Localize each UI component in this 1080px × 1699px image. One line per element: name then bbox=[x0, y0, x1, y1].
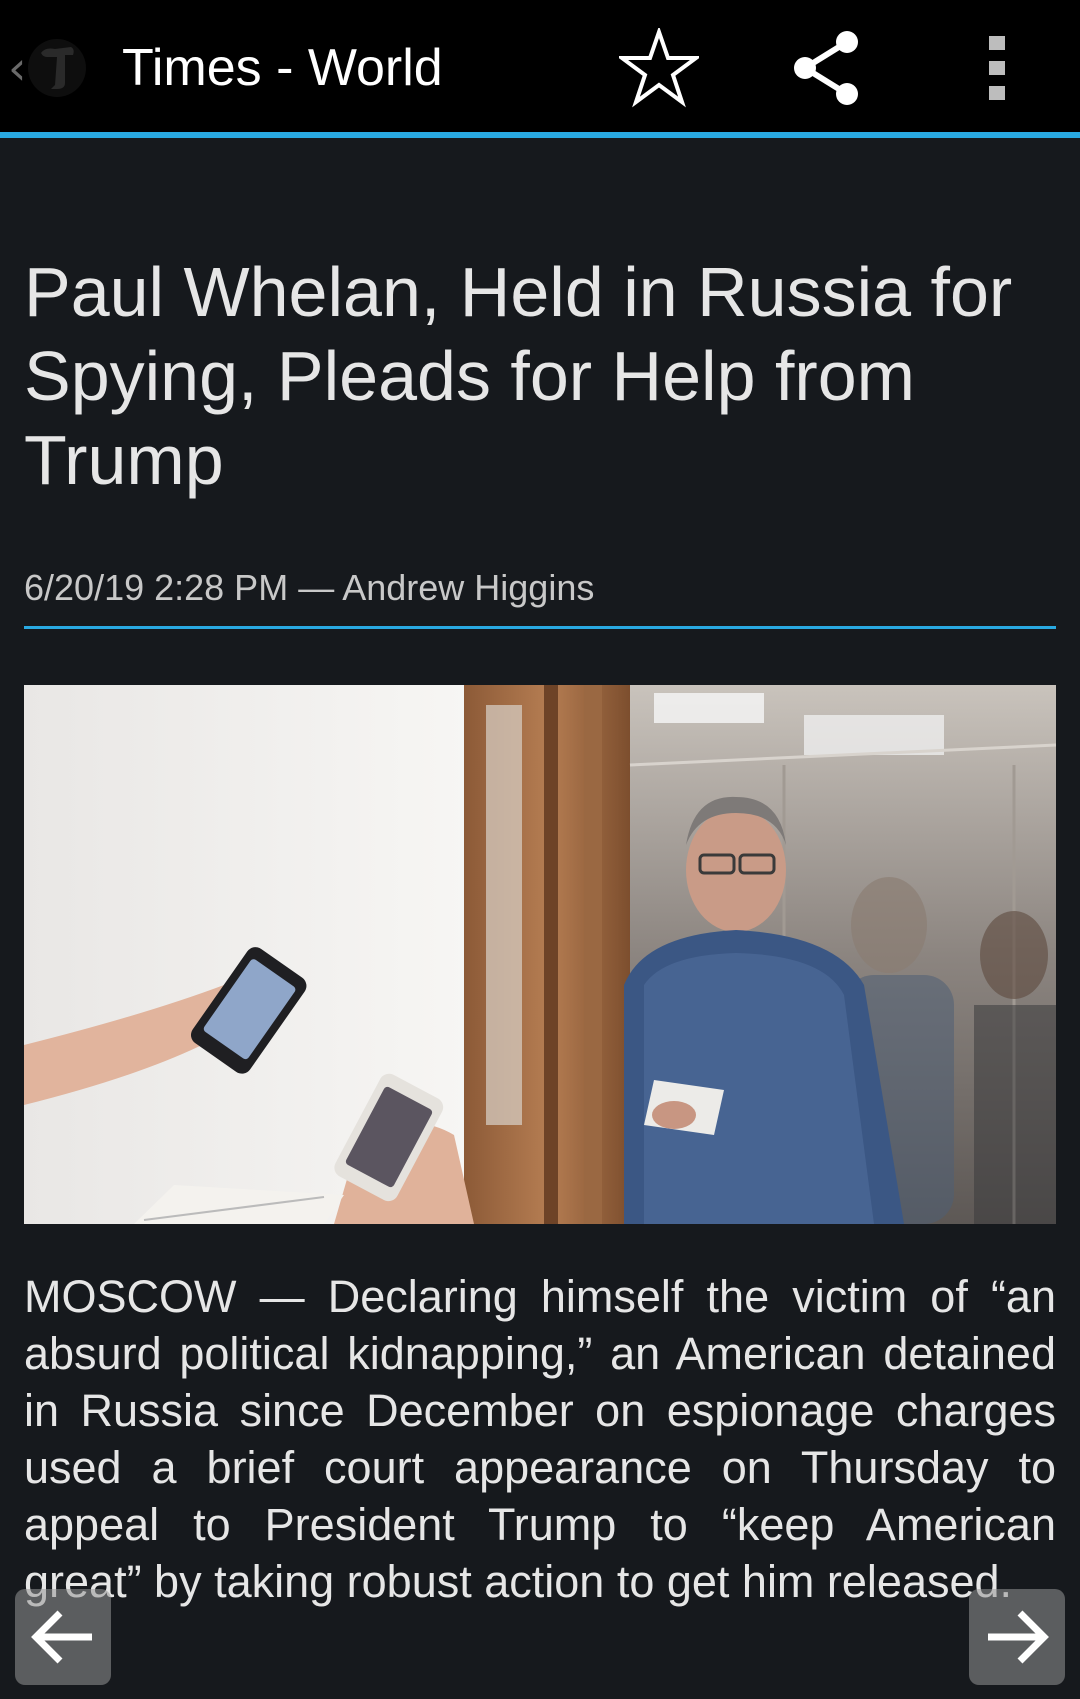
arrow-right-icon bbox=[988, 1610, 1049, 1664]
article-author: Andrew Higgins bbox=[342, 567, 595, 608]
star-outline-icon bbox=[619, 28, 699, 108]
article-body: MOSCOW — Declaring himself the victim of… bbox=[24, 1271, 1056, 1607]
app-bar-accent-line bbox=[0, 132, 1080, 138]
app-logo bbox=[28, 39, 87, 97]
more-vert-icon bbox=[989, 36, 1005, 100]
previous-article-button[interactable] bbox=[15, 1589, 111, 1685]
back-button[interactable]: ‹ bbox=[8, 28, 104, 108]
arrow-left-icon bbox=[31, 1610, 92, 1664]
app-title: Times - World bbox=[122, 39, 443, 97]
favorite-button[interactable] bbox=[614, 26, 704, 110]
next-article-button[interactable] bbox=[969, 1589, 1065, 1685]
article-meta: 6/20/19 2:28 PM — Andrew Higgins bbox=[24, 566, 594, 610]
article-image[interactable] bbox=[24, 685, 1056, 1224]
overflow-menu-button[interactable] bbox=[952, 26, 1042, 110]
nyt-t-logo-icon bbox=[41, 47, 75, 89]
app-bar: ‹ Times - World bbox=[0, 0, 1080, 132]
article-photo bbox=[24, 685, 1056, 1224]
article-date: 6/20/19 2:28 PM bbox=[24, 567, 289, 608]
article-headline: Paul Whelan, Held in Russia for Spying, … bbox=[24, 253, 1013, 499]
meta-divider bbox=[24, 626, 1056, 629]
share-icon bbox=[794, 31, 858, 105]
chevron-left-icon: ‹ bbox=[8, 41, 27, 95]
meta-separator: — bbox=[298, 567, 335, 608]
share-button[interactable] bbox=[782, 26, 872, 110]
